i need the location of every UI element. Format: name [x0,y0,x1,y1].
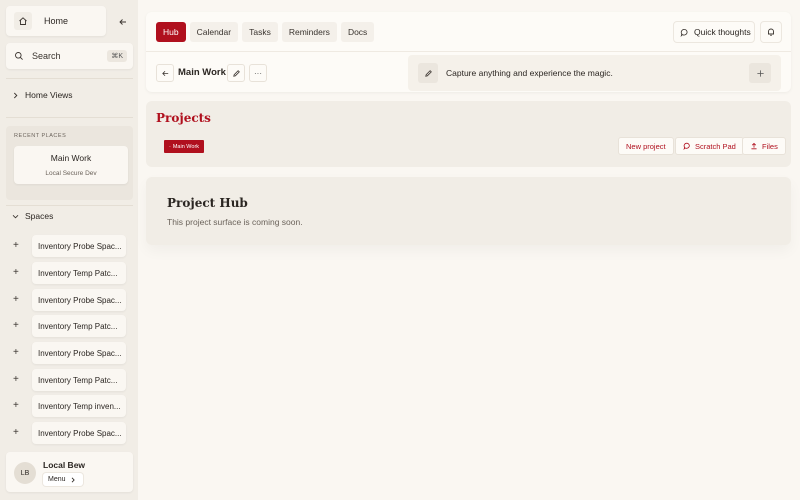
capture-placeholder[interactable]: Capture anything and experience the magi… [446,68,613,78]
notifications-button[interactable] [760,21,782,43]
project-hub-title: Project Hub [167,196,248,210]
workspace-header: Hub Calendar Tasks Reminders Docs Quick … [146,12,791,92]
new-project-label: New project [626,141,666,151]
plus-icon[interactable]: + [13,294,19,305]
pencil-icon [418,63,438,83]
space-item[interactable]: + Inventory Probe Spac... [0,422,138,444]
top-tabs: Hub Calendar Tasks Reminders Docs [156,22,375,42]
search-button[interactable]: Search ⌘K [6,43,133,69]
space-item[interactable]: + Inventory Probe Spac... [0,235,138,257]
pencil-icon [232,69,240,77]
home-button[interactable]: Home [6,6,106,36]
space-name[interactable]: Inventory Temp Patc... [32,369,126,391]
plus-icon[interactable]: + [13,320,19,331]
space-item[interactable]: + Inventory Probe Spac... [0,342,138,364]
recent-places-title: RECENT PLACES [14,133,67,139]
spaces-label: Spaces [25,211,54,221]
projects-panel: Projects · Main Work New project Scratch… [146,101,791,167]
home-label: Home [43,16,68,26]
plus-icon[interactable]: + [13,400,19,411]
edit-title-button[interactable] [227,64,245,82]
space-name[interactable]: Inventory Probe Spac... [32,289,126,311]
tab-tasks[interactable]: Tasks [242,22,278,42]
user-name: Local Bew [43,460,86,470]
avatar[interactable]: LB [14,462,36,484]
tab-docs[interactable]: Docs [340,22,375,42]
home-row: Home [6,6,133,36]
project-hub-subtitle: This project surface is coming soon. [167,217,303,227]
tab-reminders[interactable]: Reminders [281,22,337,42]
back-button[interactable] [156,64,174,82]
space-name[interactable]: Inventory Temp inven... [32,395,126,417]
project-hub-panel: Project Hub This project surface is comi… [146,177,791,245]
recent-place-item[interactable]: Main Work Local Secure Dev [14,146,128,184]
search-shortcut: ⌘K [107,50,127,62]
plus-icon[interactable]: + [13,374,19,385]
chat-bubble-icon [683,142,690,150]
quick-thoughts-label: Quick thoughts [694,27,751,37]
menu-label: Menu [48,476,66,483]
recent-places: RECENT PLACES Main Work Local Secure Dev [6,126,133,200]
space-name[interactable]: Inventory Probe Spac... [32,235,126,257]
space-name[interactable]: Inventory Probe Spac... [32,422,126,444]
capture-bar[interactable]: Capture anything and experience the magi… [408,55,781,91]
user-menu-button[interactable]: Menu [43,473,83,486]
collapse-sidebar-button[interactable] [113,12,133,32]
chevron-right-icon [71,477,75,482]
add-capture-button[interactable] [749,63,771,83]
space-name[interactable]: Inventory Probe Spac... [32,342,126,364]
plus-icon[interactable]: + [13,427,19,438]
files-label: Files [762,141,778,151]
workspace-title: Main Work [178,67,226,78]
project-chip[interactable]: · Main Work [164,140,205,153]
space-name[interactable]: Inventory Temp Patc... [32,262,126,284]
dot-icon: · [169,143,171,150]
space-item[interactable]: + Inventory Temp Patc... [0,315,138,337]
divider [6,78,133,79]
new-project-button[interactable]: New project [618,137,674,155]
space-item[interactable]: + Inventory Temp Patc... [0,369,138,391]
search-icon [15,52,23,60]
divider [6,117,133,118]
space-item[interactable]: + Inventory Temp Patc... [0,262,138,284]
home-views-toggle[interactable]: Home Views [12,90,73,100]
tab-hub[interactable]: Hub [156,22,186,42]
spaces-toggle[interactable]: Spaces [12,211,53,221]
upload-icon [751,142,757,150]
space-item[interactable]: + Inventory Probe Spac... [0,289,138,311]
recent-place-subtitle: Local Secure Dev [45,170,97,177]
recent-place-title: Main Work [50,153,92,163]
bell-icon [768,28,774,36]
scratch-pad-label: Scratch Pad [695,141,736,151]
more-options-button[interactable]: ··· [249,64,267,82]
files-button[interactable]: Files [742,137,786,155]
plus-icon[interactable]: + [13,240,19,251]
space-name[interactable]: Inventory Temp Patc... [32,315,126,337]
project-chip-label: Main Work [172,143,200,150]
space-item[interactable]: + Inventory Temp inven... [0,395,138,417]
chat-bubble-icon [680,28,688,37]
search-label: Search [32,51,61,61]
chevron-down-icon [12,214,19,218]
plus-icon[interactable]: + [13,347,19,358]
arrow-left-icon [161,70,168,76]
user-panel: LB Local Bew Menu [6,452,133,492]
divider [6,205,133,206]
sidebar: Home Search ⌘K Home Views RECENT PLACES … [0,0,138,500]
divider [146,51,791,52]
home-views-label: Home Views [25,90,73,100]
chevron-right-icon [13,92,18,98]
scratch-pad-button[interactable]: Scratch Pad [675,137,744,155]
quick-thoughts-button[interactable]: Quick thoughts [673,21,755,43]
tab-calendar[interactable]: Calendar [189,22,239,42]
projects-title: Projects [156,111,211,125]
plus-icon[interactable]: + [13,267,19,278]
arrow-left-icon [119,19,126,25]
plus-icon [756,69,764,77]
